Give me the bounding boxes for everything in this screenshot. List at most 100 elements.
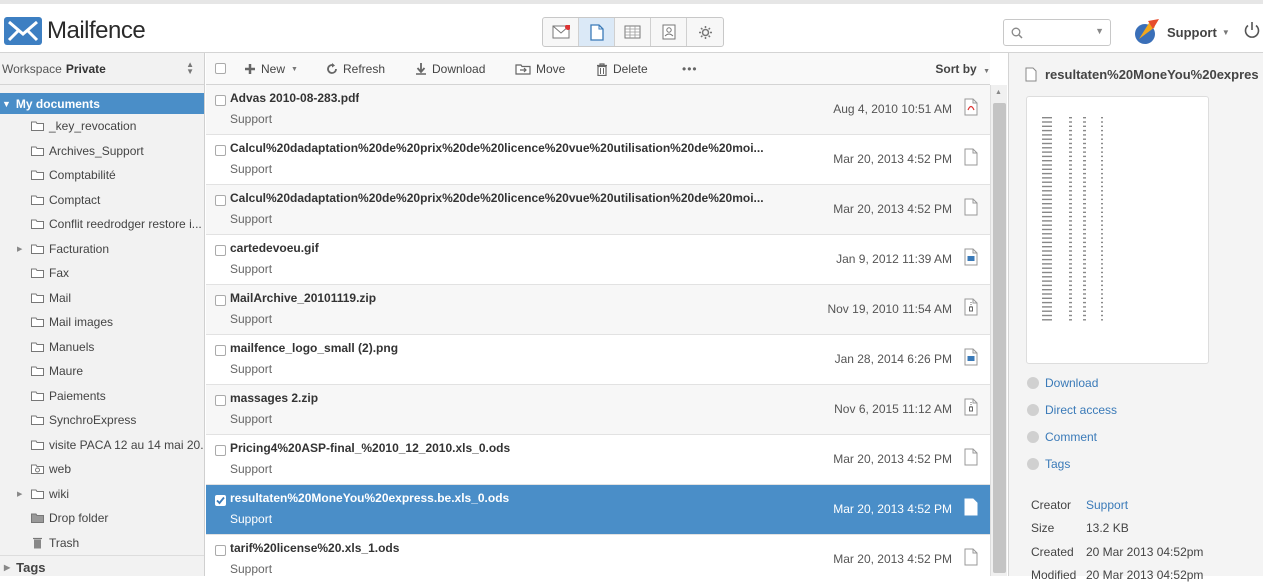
delete-button[interactable]: Delete bbox=[596, 62, 648, 76]
folder-icon bbox=[31, 415, 44, 426]
calendar-app-button[interactable] bbox=[615, 18, 651, 46]
more-actions-button[interactable]: ••• bbox=[682, 62, 698, 76]
expand-arrow-icon[interactable]: ▶ bbox=[17, 245, 22, 253]
file-name[interactable]: resultaten%20MoneYou%20express.be.xls_0.… bbox=[230, 491, 509, 505]
sidebar-folder[interactable]: Fax bbox=[0, 261, 204, 286]
row-checkbox[interactable] bbox=[215, 95, 226, 106]
file-row[interactable]: massages 2.zip Support Nov 6, 2015 11:12 A… bbox=[206, 385, 990, 435]
file-name[interactable]: Pricing4%20ASP-final_%2010_12_2010.xls_0… bbox=[230, 441, 510, 455]
row-checkbox[interactable] bbox=[215, 295, 226, 306]
sidebar-folder[interactable]: Manuels bbox=[0, 335, 204, 360]
sidebar-folder[interactable]: Comptact bbox=[0, 188, 204, 213]
workspace-selector[interactable]: Workspace Private ▲ ▼ bbox=[0, 53, 204, 85]
row-checkbox[interactable] bbox=[215, 195, 226, 206]
more-label: ••• bbox=[682, 62, 698, 76]
meta-key: Size bbox=[1031, 521, 1055, 536]
meta-value[interactable]: Support bbox=[1086, 498, 1128, 512]
row-checkbox[interactable] bbox=[215, 495, 226, 506]
file-owner: Support bbox=[230, 512, 273, 526]
file-row[interactable]: mailfence_logo_small (2).png Support Jan 2… bbox=[206, 335, 990, 385]
logo[interactable]: Mailfence bbox=[4, 17, 146, 45]
file-row[interactable]: Advas 2010-08-283.pdf Support Aug 4, 2010 … bbox=[206, 85, 990, 135]
document-thumbnail[interactable] bbox=[1026, 96, 1209, 364]
preview-action-tags[interactable]: Tags bbox=[1027, 457, 1070, 471]
sidebar-folder[interactable]: Paiements bbox=[0, 384, 204, 409]
sidebar-folder-label: Archives_Support bbox=[49, 143, 144, 158]
file-row[interactable]: tarif%20license%20.xls_1.ods Support Mar 2… bbox=[206, 535, 990, 576]
sort-by-button[interactable]: Sort by ▼ bbox=[935, 62, 990, 76]
file-name[interactable]: MailArchive_20101119.zip bbox=[230, 291, 376, 305]
file-name[interactable]: mailfence_logo_small (2).png bbox=[230, 341, 398, 355]
sidebar-folder[interactable]: Comptabilité bbox=[0, 163, 204, 188]
meta-key: Modified bbox=[1031, 567, 1077, 582]
file-row[interactable]: resultaten%20MoneYou%20express.be.xls_0.… bbox=[206, 485, 990, 535]
sidebar-folder[interactable]: web bbox=[0, 457, 204, 482]
preview-action-comment[interactable]: Comment bbox=[1027, 430, 1097, 444]
settings-app-button[interactable] bbox=[687, 18, 723, 46]
search-box[interactable]: ▼ bbox=[1003, 19, 1111, 46]
sidebar-folder[interactable]: Maure bbox=[0, 359, 204, 384]
file-row[interactable]: Calcul%20dadaptation%20de%20prix%20de%20… bbox=[206, 135, 990, 185]
preview-action-download[interactable]: Download bbox=[1027, 376, 1098, 390]
file-name[interactable]: Calcul%20dadaptation%20de%20prix%20de%20… bbox=[230, 141, 764, 155]
search-input[interactable] bbox=[1026, 24, 1088, 42]
doc-file-icon bbox=[964, 148, 978, 166]
download-button[interactable]: Download bbox=[415, 62, 485, 76]
sidebar-item-tags[interactable]: ▶ Tags bbox=[0, 555, 204, 579]
sidebar-folder-label: Comptabilité bbox=[49, 168, 116, 183]
mail-app-button[interactable] bbox=[543, 18, 579, 46]
sidebar-folder[interactable]: Drop folder bbox=[0, 506, 204, 531]
top-bar: Mailfence ▼ Support ▼ bbox=[0, 0, 1263, 53]
expand-arrow-icon[interactable]: ▶ bbox=[17, 490, 22, 498]
sidebar-item-my-documents[interactable]: ▼ My documents bbox=[0, 93, 204, 114]
row-checkbox[interactable] bbox=[215, 395, 226, 406]
sidebar-item-label: Tags bbox=[16, 560, 46, 575]
preview-action-direct-access[interactable]: Direct access bbox=[1027, 403, 1117, 417]
mail-icon bbox=[552, 25, 570, 39]
sidebar-folder[interactable]: Archives_Support bbox=[0, 139, 204, 164]
delete-label: Delete bbox=[613, 62, 648, 76]
sidebar-folder[interactable]: visite PACA 12 au 14 mai 20... bbox=[0, 433, 204, 458]
row-checkbox[interactable] bbox=[215, 345, 226, 356]
file-row[interactable]: Pricing4%20ASP-final_%2010_12_2010.xls_0… bbox=[206, 435, 990, 485]
sidebar-folder[interactable]: ▶ Facturation bbox=[0, 237, 204, 262]
sidebar-folder[interactable]: Conflit reedrodger restore i... bbox=[0, 212, 204, 237]
scrollbar-thumb[interactable] bbox=[993, 103, 1006, 573]
row-checkbox[interactable] bbox=[215, 445, 226, 456]
sidebar-folder[interactable]: _key_revocation bbox=[0, 114, 204, 139]
folder-icon bbox=[31, 146, 44, 156]
refresh-button[interactable]: Refresh bbox=[326, 62, 385, 76]
row-checkbox[interactable] bbox=[215, 245, 226, 256]
file-row[interactable]: Calcul%20dadaptation%20de%20prix%20de%20… bbox=[206, 185, 990, 235]
file-name[interactable]: massages 2.zip bbox=[230, 391, 318, 405]
image-file-icon bbox=[964, 348, 978, 366]
sidebar-folder[interactable]: Mail bbox=[0, 286, 204, 311]
documents-app-button[interactable] bbox=[579, 18, 615, 46]
sidebar-folder[interactable]: ▶ wiki bbox=[0, 482, 204, 507]
file-row[interactable]: cartedevoeu.gif Support Jan 9, 2012 11:39 … bbox=[206, 235, 990, 285]
file-name[interactable]: Calcul%20dadaptation%20de%20prix%20de%20… bbox=[230, 191, 764, 205]
sidebar-folder-label: Conflit reedrodger restore i... bbox=[49, 217, 202, 232]
sidebar-folder[interactable]: SynchroExpress bbox=[0, 408, 204, 433]
row-checkbox[interactable] bbox=[215, 545, 226, 556]
row-checkbox[interactable] bbox=[215, 145, 226, 156]
folder-icon bbox=[31, 195, 44, 205]
sidebar-folder[interactable]: Trash bbox=[0, 531, 204, 556]
file-list-scrollbar[interactable]: ▲ bbox=[990, 85, 1007, 576]
sidebar-folder[interactable]: Mail images bbox=[0, 310, 204, 335]
file-name[interactable]: tarif%20license%20.xls_1.ods bbox=[230, 541, 399, 555]
file-name[interactable]: cartedevoeu.gif bbox=[230, 241, 319, 255]
folder-icon bbox=[31, 219, 44, 230]
scroll-up-arrow-icon[interactable]: ▲ bbox=[995, 89, 1002, 96]
contacts-app-button[interactable] bbox=[651, 18, 687, 46]
folder-icon bbox=[31, 317, 44, 328]
action-label: Comment bbox=[1045, 430, 1098, 444]
select-all-checkbox[interactable] bbox=[215, 63, 226, 74]
file-name[interactable]: Advas 2010-08-283.pdf bbox=[230, 91, 359, 105]
user-menu[interactable]: Support ▼ bbox=[1131, 17, 1230, 47]
search-dropdown-icon[interactable]: ▼ bbox=[1095, 26, 1104, 36]
power-icon[interactable] bbox=[1243, 21, 1261, 42]
file-row[interactable]: MailArchive_20101119.zip Support Nov 19, 2… bbox=[206, 285, 990, 335]
move-button[interactable]: Move bbox=[515, 62, 565, 76]
new-button[interactable]: New ▼ bbox=[244, 62, 298, 76]
